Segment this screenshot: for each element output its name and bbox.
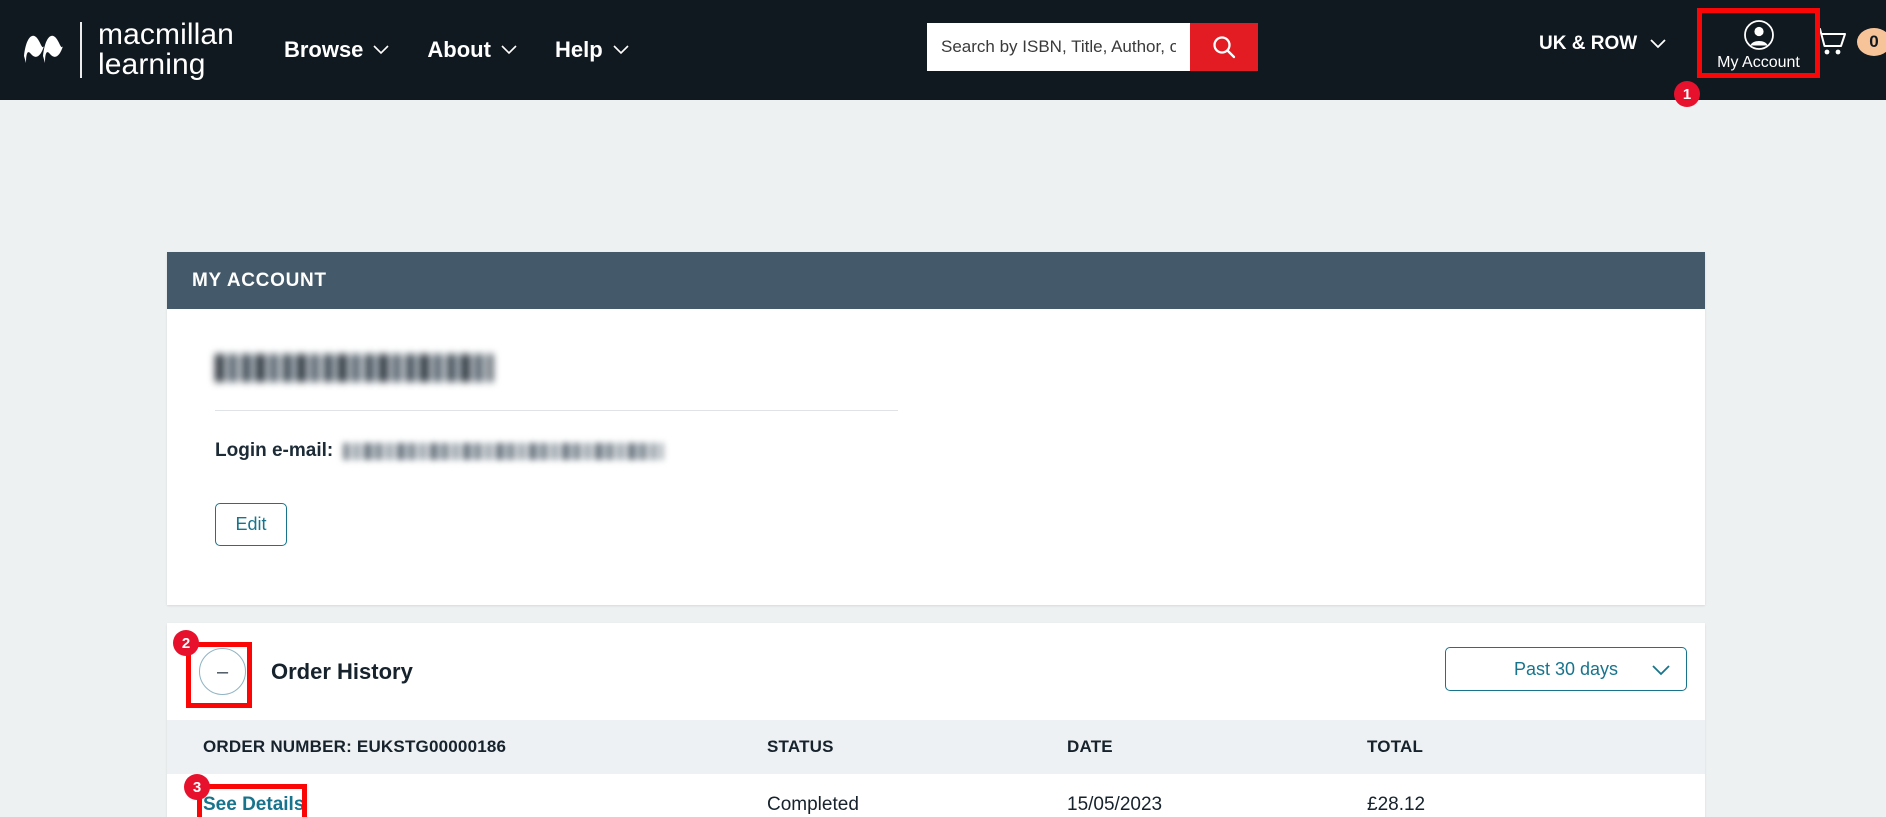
order-history-card: – Order History Past 30 days ORDER NUMBE… — [167, 623, 1705, 817]
order-history-collapse-toggle[interactable]: – — [199, 648, 246, 695]
annotation-badge-1: 1 — [1674, 81, 1700, 107]
my-account-button[interactable]: My Account — [1700, 14, 1817, 76]
order-history-table: ORDER NUMBER: EUKSTG00000186 STATUS DATE… — [167, 720, 1705, 817]
user-circle-icon — [1743, 19, 1774, 50]
column-header-status: STATUS — [767, 737, 834, 756]
login-email-label: Login e-mail: — [215, 440, 334, 461]
cart-button[interactable]: 0 — [1814, 27, 1886, 57]
cell-date: 15/05/2023 — [1067, 774, 1367, 817]
shopping-cart-icon — [1815, 28, 1846, 55]
my-account-card-body: Login e-mail: Edit — [167, 309, 1705, 546]
column-header-date: DATE — [1067, 737, 1113, 756]
order-table-body: See Details Completed 15/05/2023 £28.12 — [167, 774, 1705, 817]
search-icon — [1213, 36, 1236, 59]
brand-wordmark: macmillan learning — [98, 20, 234, 80]
login-email-value-redacted — [343, 442, 664, 460]
cell-see-details: See Details — [167, 774, 767, 817]
chevron-down-icon — [1650, 39, 1666, 49]
order-table-header-row: ORDER NUMBER: EUKSTG00000186 STATUS DATE… — [167, 720, 1705, 774]
cell-status: Completed — [767, 774, 1067, 817]
customer-name-redacted — [215, 354, 493, 382]
edit-button[interactable]: Edit — [215, 503, 287, 546]
nav-item-browse[interactable]: Browse — [284, 37, 389, 63]
column-header-total: TOTAL — [1367, 737, 1424, 756]
region-selector[interactable]: UK & ROW — [1539, 33, 1666, 55]
see-details-link[interactable]: See Details — [203, 794, 304, 815]
nav-label-browse: Browse — [283, 37, 364, 62]
cart-count-badge: 0 — [1857, 28, 1886, 56]
column-header-order-number: ORDER NUMBER: EUKSTG00000186 — [203, 737, 507, 756]
order-history-header: – Order History Past 30 days — [167, 623, 1705, 720]
macmillan-wave-logo-icon — [24, 35, 63, 63]
nav-label-help: Help — [554, 37, 603, 62]
chevron-down-icon — [613, 45, 629, 55]
login-email-row: Login e-mail: — [215, 440, 1657, 462]
order-history-title: Order History — [271, 658, 413, 684]
cell-total: £28.12 — [1367, 774, 1705, 817]
page-title: MY ACCOUNT — [192, 269, 327, 291]
order-range-filter[interactable]: Past 30 days — [1445, 647, 1687, 691]
search-input[interactable] — [927, 23, 1190, 71]
search-bar — [927, 23, 1258, 71]
region-label: UK & ROW — [1539, 33, 1638, 54]
brand-divider — [80, 22, 82, 78]
nav-label-about: About — [427, 37, 491, 62]
chevron-down-icon — [373, 45, 389, 55]
site-header: macmillan learning Browse About Help Sea… — [0, 0, 1886, 107]
brand-logo[interactable]: macmillan learning — [22, 20, 234, 80]
my-account-label: My Account — [1717, 53, 1800, 71]
brand-line-2: learning — [98, 48, 206, 81]
order-range-selected: Past 30 days — [1513, 658, 1619, 679]
nav-item-help[interactable]: Help — [555, 37, 629, 63]
my-account-card-header: MY ACCOUNT — [167, 252, 1705, 309]
brand-line-1: macmillan — [98, 18, 234, 51]
search-button[interactable] — [1190, 23, 1258, 71]
my-account-card: MY ACCOUNT Login e-mail: Edit — [167, 252, 1705, 605]
main-navigation: Browse About Help — [284, 37, 629, 63]
chevron-down-icon — [1652, 665, 1670, 676]
order-table-head: ORDER NUMBER: EUKSTG00000186 STATUS DATE… — [167, 720, 1705, 774]
nav-item-about[interactable]: About — [427, 37, 517, 63]
table-row: See Details Completed 15/05/2023 £28.12 — [167, 774, 1705, 817]
account-divider — [215, 410, 898, 411]
chevron-down-icon — [501, 45, 517, 55]
